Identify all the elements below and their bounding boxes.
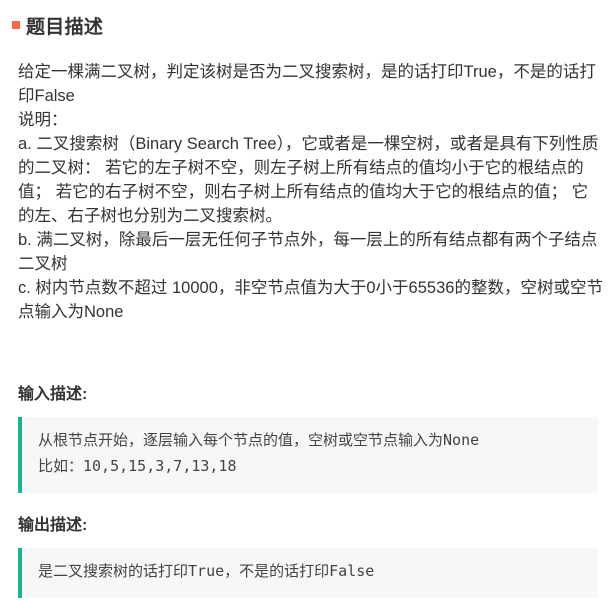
description-paragraph: 说明： xyxy=(18,111,68,129)
input-description-block: 从根节点开始，逐层输入每个节点的值，空树或空节点输入为None 比如：10,5,… xyxy=(18,417,598,493)
description-paragraph: 给定一棵满二叉树，判定该树是否为二叉搜索树，是的话打印True，不是的话打印Fa… xyxy=(18,63,596,105)
title-row: 题目描述 xyxy=(12,12,103,38)
title-marker-icon xyxy=(12,21,20,29)
output-description-block: 是二叉搜索树的话打印True，不是的话打印False xyxy=(18,548,598,598)
problem-page: 题目描述 给定一棵满二叉树，判定该树是否为二叉搜索树，是的话打印True，不是的… xyxy=(0,0,616,612)
description-paragraph: c. 树内节点数不超过 10000，非空节点值为大于0小于65536的整数，空树… xyxy=(18,279,603,321)
input-description-heading: 输入描述: xyxy=(18,386,88,403)
input-description-line: 从根节点开始，逐层输入每个节点的值，空树或空节点输入为None xyxy=(38,431,480,449)
description-paragraph: b. 满二叉树，除最后一层无任何子节点外，每一层上的所有结点都有两个子结点二叉树 xyxy=(18,231,598,273)
problem-description: 给定一棵满二叉树，判定该树是否为二叉搜索树，是的话打印True，不是的话打印Fa… xyxy=(18,60,604,324)
output-description-line: 是二叉搜索树的话打印True，不是的话打印False xyxy=(38,562,375,580)
description-paragraph: a. 二叉搜索树（Binary Search Tree），它或者是一棵空树，或者… xyxy=(18,135,599,225)
output-description-heading: 输出描述: xyxy=(18,517,88,534)
input-description-line: 比如：10,5,15,3,7,13,18 xyxy=(38,457,237,475)
page-title: 题目描述 xyxy=(26,16,104,38)
